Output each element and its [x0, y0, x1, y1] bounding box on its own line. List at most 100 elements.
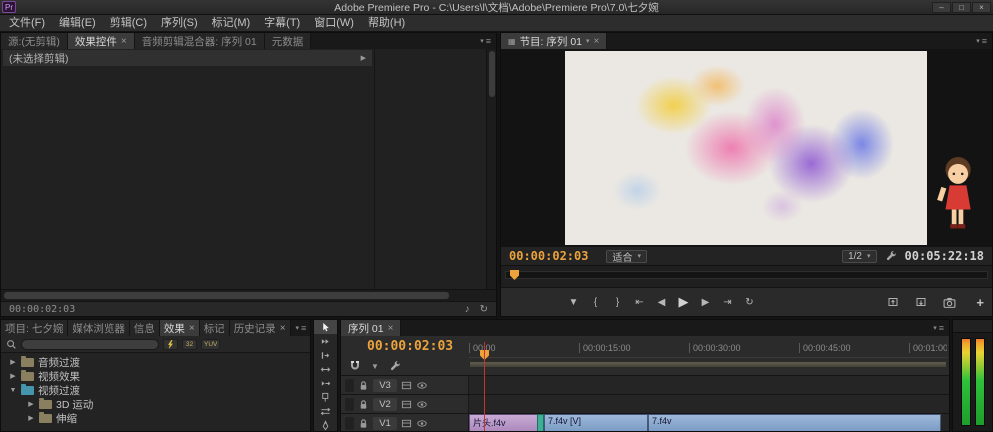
tree-item-audio-transitions[interactable]: ▶ 音频过渡: [1, 355, 310, 369]
program-scrubber[interactable]: [501, 265, 992, 287]
timeline-settings-wrench-icon[interactable]: [389, 360, 401, 372]
track-target-toggle[interactable]: [345, 379, 354, 392]
current-timecode[interactable]: 00:00:02:03: [509, 249, 588, 263]
go-to-out-button[interactable]: ⇥: [719, 297, 736, 308]
tab-info[interactable]: 信息: [130, 320, 160, 336]
clip-7f4v-1[interactable]: 7.f4v [V]: [544, 414, 648, 432]
chevron-right-icon[interactable]: ▶: [27, 400, 35, 408]
tab-history[interactable]: 历史记录 ×: [230, 320, 291, 336]
mark-in-button[interactable]: {: [587, 297, 604, 308]
menu-clip[interactable]: 剪辑(C): [103, 15, 154, 32]
chevron-right-icon[interactable]: ▶: [27, 414, 35, 422]
step-back-button[interactable]: ◀: [653, 297, 670, 308]
panel-menu-icon[interactable]: ▾ ≡: [291, 320, 310, 336]
panel-menu-icon[interactable]: ▾ ≡: [928, 320, 949, 336]
track-target-toggle[interactable]: [345, 417, 354, 430]
tab-project[interactable]: 项目: 七夕婉: [1, 320, 68, 336]
selection-tool[interactable]: [314, 320, 337, 334]
track-v2-content[interactable]: [469, 395, 949, 413]
track-display-style-icon[interactable]: [401, 380, 412, 391]
tree-item-3d-motion[interactable]: ▶ 3D 运动: [1, 397, 310, 411]
ripple-edit-tool[interactable]: [314, 348, 337, 362]
extract-button[interactable]: [915, 296, 927, 308]
mark-out-button[interactable]: }: [609, 297, 626, 308]
scrollbar-thumb[interactable]: [4, 292, 449, 299]
track-lock-icon[interactable]: [358, 418, 369, 429]
scrollbar-thumb[interactable]: [489, 51, 495, 97]
step-forward-button[interactable]: ▶: [697, 297, 714, 308]
scrubber-track[interactable]: [505, 271, 988, 279]
settings-wrench-icon[interactable]: [885, 250, 897, 262]
menu-sequence[interactable]: 序列(S): [154, 15, 205, 32]
track-lock-icon[interactable]: [358, 399, 369, 410]
export-frame-camera-icon[interactable]: [943, 296, 956, 309]
menu-title[interactable]: 字幕(T): [257, 15, 307, 32]
track-v1-content[interactable]: 片头.f4v 7.f4v [V] 7.f4v: [469, 414, 949, 432]
timeline-timecode[interactable]: 00:00:02:03: [367, 339, 453, 354]
menu-marker[interactable]: 标记(M): [205, 15, 258, 32]
slip-tool[interactable]: [314, 404, 337, 418]
tab-effect-controls[interactable]: 效果控件 ×: [68, 33, 135, 49]
chevron-down-icon[interactable]: ▼: [9, 387, 17, 394]
track-display-style-icon[interactable]: [401, 399, 412, 410]
tab-source[interactable]: 源:(无剪辑): [1, 33, 68, 49]
add-marker-button[interactable]: ▼: [565, 297, 582, 308]
chevron-right-icon[interactable]: ▶: [9, 372, 17, 380]
clip-7f4v-2[interactable]: 7.f4v: [648, 414, 941, 432]
pen-tool[interactable]: [314, 418, 337, 432]
vertical-scrollbar[interactable]: [486, 49, 496, 289]
razor-tool[interactable]: [314, 390, 337, 404]
playback-resolution-select[interactable]: 1/2 ▾: [842, 250, 876, 263]
transition-clip[interactable]: [537, 414, 544, 432]
tab-media-browser[interactable]: 媒体浏览器: [68, 320, 130, 336]
close-tab-icon[interactable]: ×: [121, 36, 127, 47]
close-tab-icon[interactable]: ×: [594, 36, 600, 47]
tree-item-video-transitions[interactable]: ▼ 视频过渡: [1, 383, 310, 397]
close-tab-icon[interactable]: ×: [388, 323, 394, 334]
tree-item-video-effects[interactable]: ▶ 视频效果: [1, 369, 310, 383]
panel-menu-icon[interactable]: ▾ ≡: [971, 33, 992, 49]
horizontal-scrollbar[interactable]: [1, 289, 496, 301]
yuv-effects-filter[interactable]: YUV: [201, 339, 220, 350]
track-lock-icon[interactable]: [358, 380, 369, 391]
close-tab-icon[interactable]: ×: [189, 323, 195, 334]
button-editor-plus[interactable]: +: [976, 295, 984, 310]
panel-menu-icon[interactable]: ▾ ≡: [475, 33, 496, 49]
chevron-down-icon[interactable]: ▾: [586, 37, 590, 45]
track-name-badge[interactable]: V1: [373, 417, 397, 430]
menu-edit[interactable]: 编辑(E): [52, 15, 103, 32]
zoom-level-select[interactable]: 适合 ▾: [606, 250, 647, 263]
tab-program-sequence[interactable]: ▦ 节目: 序列 01 ▾ ×: [501, 33, 607, 49]
track-output-eye-icon[interactable]: [416, 399, 428, 410]
track-output-eye-icon[interactable]: [416, 380, 428, 391]
loop-button[interactable]: ↻: [741, 297, 758, 308]
lift-button[interactable]: [887, 296, 899, 308]
track-target-toggle[interactable]: [345, 398, 354, 411]
snap-toggle-magnet-icon[interactable]: [349, 360, 361, 372]
track-select-tool[interactable]: [314, 334, 337, 348]
track-v3-content[interactable]: [469, 376, 949, 394]
timeline-view-toggle-icon[interactable]: ▶: [361, 54, 366, 62]
close-tab-icon[interactable]: ×: [280, 323, 286, 334]
tree-item-stretch[interactable]: ▶ 伸缩: [1, 411, 310, 425]
tab-audio-clip-mixer[interactable]: 音频剪辑混合器: 序列 01: [135, 33, 265, 49]
tab-metadata[interactable]: 元数据: [265, 33, 312, 49]
track-name-badge[interactable]: V2: [373, 398, 397, 411]
accelerated-effects-filter[interactable]: [163, 339, 178, 350]
menu-file[interactable]: 文件(F): [2, 15, 52, 32]
minimize-button[interactable]: –: [932, 2, 951, 13]
tab-sequence-01[interactable]: 序列 01 ×: [341, 320, 401, 336]
tab-markers[interactable]: 标记: [200, 320, 230, 336]
menu-help[interactable]: 帮助(H): [361, 15, 412, 32]
rolling-edit-tool[interactable]: [314, 362, 337, 376]
close-button[interactable]: ×: [972, 2, 991, 13]
tab-effects[interactable]: 效果 ×: [160, 320, 200, 336]
rate-stretch-tool[interactable]: [314, 376, 337, 390]
timeline-ruler[interactable]: 00:00 00:00:15:00 00:00:30:00 00:00:45:0…: [469, 338, 947, 358]
add-marker-button[interactable]: ▼: [371, 362, 379, 371]
play-button[interactable]: ▶: [675, 294, 692, 310]
work-area-bar[interactable]: [469, 361, 947, 368]
effects-search-input[interactable]: [21, 339, 159, 350]
loop-playback-icon[interactable]: ↻: [480, 304, 488, 315]
play-audio-icon[interactable]: ♪: [465, 304, 470, 315]
